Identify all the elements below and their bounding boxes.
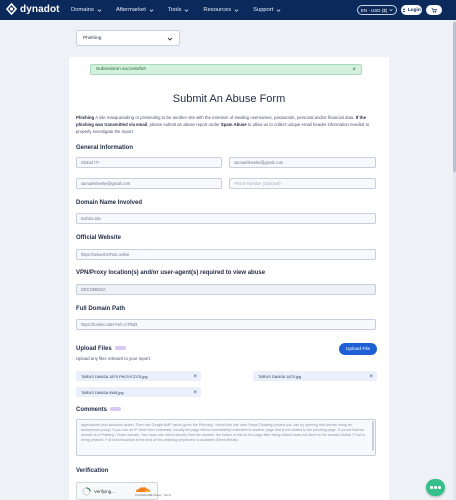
cloudflare-logo-icon	[136, 487, 150, 492]
name-field[interactable]: Global IT+	[76, 157, 222, 168]
menu-resources[interactable]: Resources	[203, 7, 239, 13]
remove-file-icon[interactable]: ×	[193, 389, 197, 396]
chat-dot-icon	[430, 486, 433, 489]
upload-files-label: Upload Files	[76, 346, 112, 352]
captcha-status: Verifying...	[94, 489, 116, 494]
file-name: TARUS DANSA 1870.jpg	[258, 373, 302, 379]
abuse-category-value: Phishing	[83, 35, 102, 41]
chevron-down-icon	[149, 8, 154, 12]
verification-heading: Verification	[76, 468, 109, 474]
menu-label: Resources	[203, 7, 232, 13]
file-name: TARUS DANSA 4W8.jpg	[81, 389, 124, 395]
remove-file-icon[interactable]: ×	[193, 373, 197, 380]
form-intro: Phishing A site masquerading or pretendi…	[76, 114, 376, 135]
comments-label: Comments	[76, 407, 108, 413]
phone-field[interactable]: Phone Number (Optional)	[229, 178, 376, 189]
login-button[interactable]: Login	[401, 5, 422, 15]
chat-dot-icon	[434, 486, 437, 489]
uploaded-file: TARUS DANSA 1870.jpg ×	[253, 371, 377, 381]
uploaded-file: TARUS DANSA 4W8.jpg ×	[76, 387, 201, 397]
menu-label: Tools	[167, 7, 182, 13]
chevron-down-icon	[167, 37, 173, 41]
user-icon	[402, 8, 406, 12]
menu-aftermarket[interactable]: Aftermarket	[116, 7, 154, 13]
intro-text: , please submit an abuse report under	[147, 122, 221, 127]
vpn-proxy-field[interactable]: DECOMEDIA	[76, 284, 376, 295]
chat-button[interactable]	[426, 479, 445, 496]
main-menu: Domains Aftermarket Tools Resources Supp…	[71, 0, 281, 20]
page-title: Submit An Abuse Form	[172, 93, 286, 105]
logo[interactable]: dynadot	[6, 3, 60, 15]
comments-heading: Comments	[76, 407, 122, 413]
domain-name-field[interactable]: toshiro.site	[76, 213, 376, 224]
general-information-heading: General Information	[76, 145, 134, 151]
cloudflare-label: CLOUDFLARE	[135, 494, 153, 497]
top-nav: dynadot Domains Aftermarket Tools Resour…	[0, 0, 456, 20]
file-name: TARUS DANSA 1870 PM-SYCD75.jpg	[81, 373, 148, 379]
menu-tools[interactable]: Tools	[168, 7, 190, 13]
menu-label: Aftermarket	[115, 7, 146, 13]
cart-button[interactable]	[426, 5, 442, 15]
upload-files-heading: Upload Files	[76, 346, 126, 352]
captcha-widget[interactable]: Verifying... CLOUDFLARE Privacy · Terms	[76, 482, 171, 500]
menu-domains[interactable]: Domains	[71, 7, 102, 13]
upload-hint: Upload any files relevant to your report…	[76, 356, 151, 361]
comments-textarea[interactable]: approached who accounts action. Then use…	[76, 419, 376, 456]
uploaded-file: TARUS DANSA 1870 PM-SYCD75.jpg ×	[76, 371, 201, 381]
chevron-down-icon	[389, 9, 393, 12]
success-alert: Submission successful! ×	[90, 64, 362, 75]
spinner-icon	[82, 487, 91, 496]
remove-file-icon[interactable]: ×	[369, 373, 373, 380]
chevron-down-icon	[97, 8, 102, 12]
alert-message: Submission successful!	[96, 67, 146, 72]
menu-label: Support	[253, 7, 274, 13]
captcha-links[interactable]: Privacy · Terms	[153, 494, 171, 497]
upload-file-button[interactable]: Upload File	[339, 343, 377, 355]
chevron-down-icon	[234, 8, 239, 12]
email-field[interactable]: samuelsheeke@gmail.com	[229, 157, 376, 168]
menu-support[interactable]: Support	[253, 7, 281, 13]
vpn-proxy-heading: VPN/Proxy location(s) and/or user-agent(…	[76, 270, 266, 276]
logo-text: dynadot	[20, 3, 60, 15]
abuse-category-select[interactable]: Phishing	[76, 30, 180, 46]
full-domain-path-heading: Full Domain Path	[76, 306, 126, 312]
intro-term: Phishing	[76, 115, 95, 120]
intro-emphasis: Spam Abuse	[220, 122, 247, 127]
confirm-email-field[interactable]: samuelsheeke@gmail.com	[76, 178, 222, 189]
cart-icon	[431, 7, 437, 13]
login-label: Login	[407, 7, 421, 13]
language-currency-label: EN · USD ($)	[360, 7, 388, 13]
full-domain-path-field[interactable]: https://toshiro.site/?ref=cr7f9d3	[76, 319, 376, 330]
comments-scrollbar[interactable]	[372, 421, 374, 451]
official-website-heading: Official Website	[76, 235, 121, 241]
chat-dot-icon	[438, 486, 441, 489]
dynadot-logo-icon	[6, 3, 17, 15]
official-website-field[interactable]: https://www.thelTwo.online	[76, 249, 376, 260]
domain-involved-heading: Domain Name Involved	[76, 200, 143, 206]
optional-badge	[110, 407, 122, 412]
close-icon[interactable]: ×	[352, 66, 356, 73]
language-currency-selector[interactable]: EN · USD ($)	[357, 5, 397, 15]
optional-badge	[114, 346, 126, 351]
intro-text: A site masquerading or pretending to be …	[94, 115, 356, 120]
cloudflare-wordmark: CLOUDFLARE Privacy · Terms	[135, 494, 171, 497]
menu-label: Domains	[71, 7, 94, 13]
chevron-down-icon	[184, 8, 189, 12]
chevron-down-icon	[276, 8, 281, 12]
